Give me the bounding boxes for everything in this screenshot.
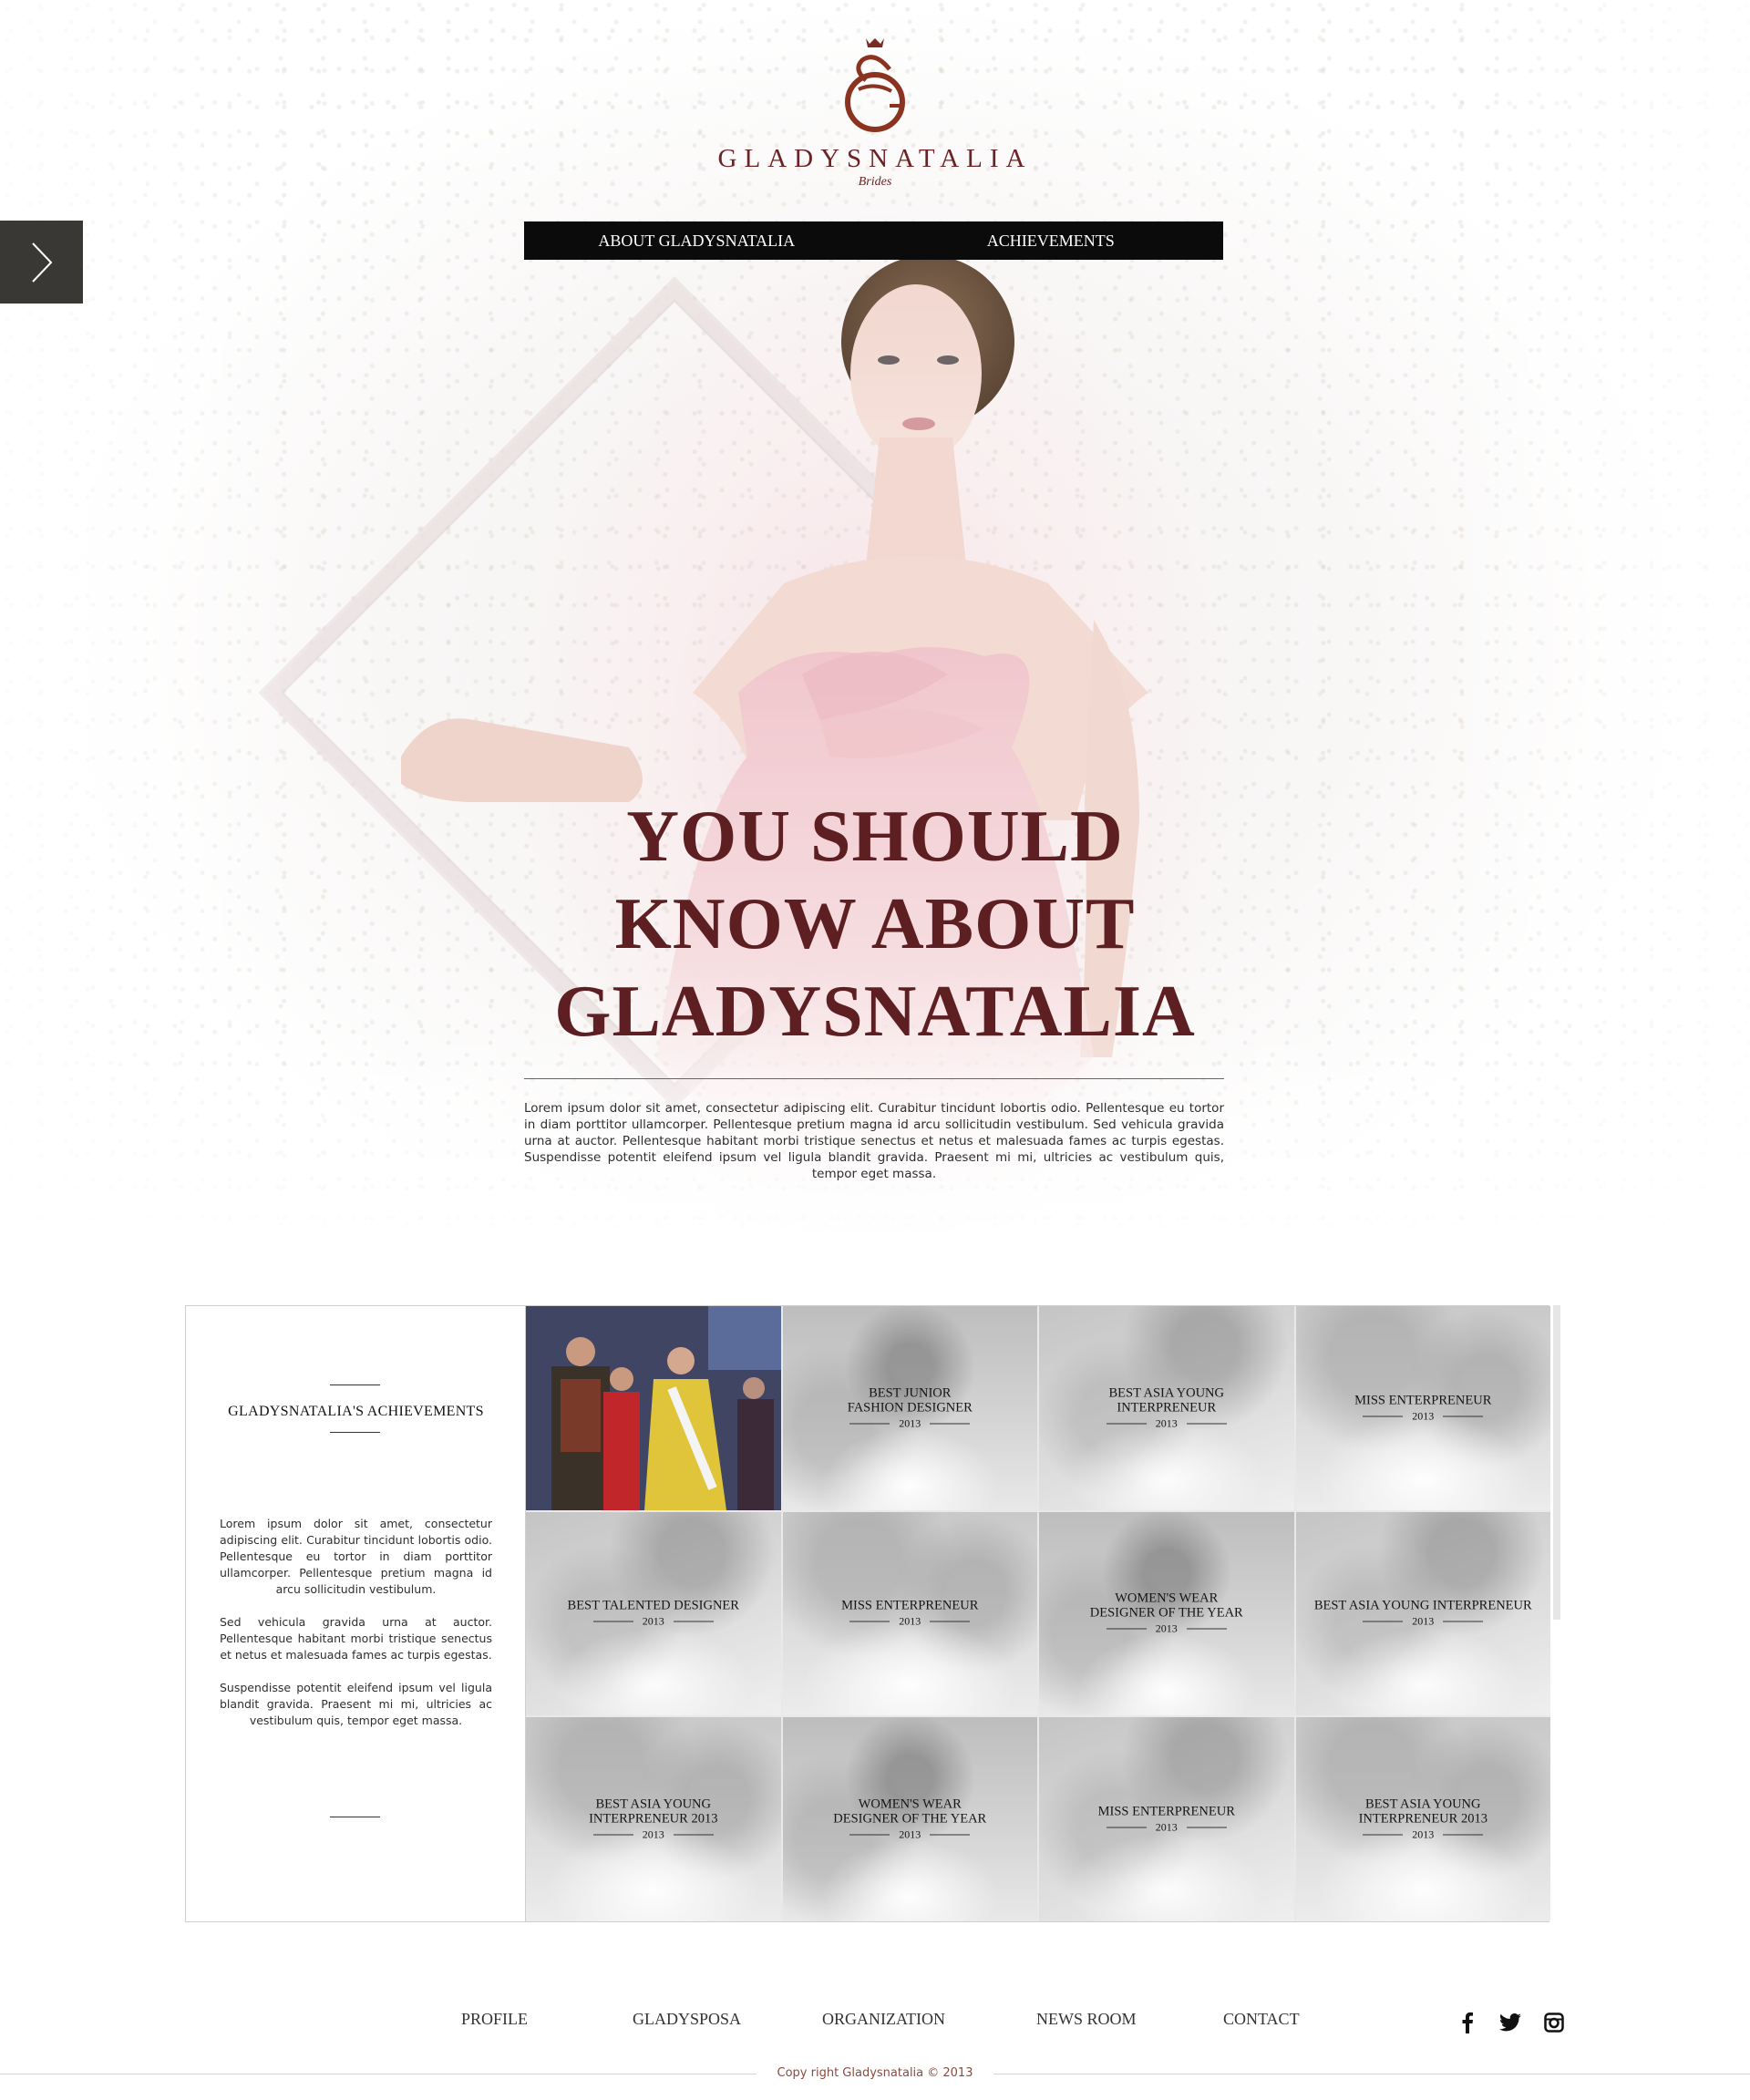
achievements-paragraph: Suspendisse potentit eleifend ipsum vel … [220, 1681, 492, 1727]
tile-title: BEST ASIA YOUNG INTERPRENEUR 2013 [1358, 1796, 1488, 1827]
hero-heading: YOU SHOULD KNOW ABOUT GLADYSNATALIA [510, 793, 1240, 1055]
tile-title: BEST JUNIOR FASHION DESIGNER [847, 1385, 973, 1415]
tile-title: MISS ENTERPRENEUR [1097, 1804, 1235, 1819]
achievements-paragraph: Lorem ipsum dolor sit amet, consectetur … [220, 1517, 492, 1596]
tile-year: 2013 [1039, 1821, 1294, 1835]
tile-year: 2013 [783, 1416, 1038, 1430]
monogram-g-icon [845, 38, 905, 132]
nav-achievements[interactable]: ACHIEVEMENTS [879, 221, 1224, 260]
tile-title: BEST ASIA YOUNG INTERPRENEUR [1108, 1385, 1225, 1415]
achievements-intro: GLADYSNATALIA'S ACHIEVEMENTS Lorem ipsum… [186, 1306, 526, 1921]
tile-title: WOMEN'S WEAR DESIGNER OF THE YEAR [833, 1796, 987, 1827]
hero-heading-line: YOU SHOULD [626, 797, 1124, 877]
award-ceremony-photo [526, 1306, 781, 1510]
achievement-tile[interactable]: BEST TALENTED DESIGNER 2013 [526, 1511, 781, 1716]
hero-heading-line: KNOW ABOUT [614, 884, 1136, 964]
achievement-tile[interactable]: BEST ASIA YOUNG INTERPRENEUR 2013 2013 [526, 1717, 781, 1921]
achievement-tile[interactable]: BEST JUNIOR FASHION DESIGNER 2013 [782, 1306, 1038, 1510]
twitter-icon[interactable] [1498, 2011, 1522, 2034]
tile-title: WOMEN'S WEAR DESIGNER OF THE YEAR [1089, 1590, 1243, 1621]
footer-link-organization[interactable]: ORGANIZATION [822, 2010, 945, 2029]
tile-year: 2013 [526, 1615, 781, 1629]
tile-year: 2013 [526, 1828, 781, 1842]
achievements-title: GLADYSNATALIA'S ACHIEVEMENTS [228, 1404, 484, 1419]
footer-link-news-room[interactable]: NEWS ROOM [1036, 2010, 1137, 2029]
footer-link-contact[interactable]: CONTACT [1223, 2010, 1300, 2029]
divider [524, 1078, 1224, 1079]
hero-paragraph: Lorem ipsum dolor sit amet, consectetur … [524, 1101, 1224, 1181]
tile-year: 2013 [1039, 1416, 1294, 1430]
scrollbar[interactable] [1553, 1305, 1560, 1620]
divider [330, 1432, 380, 1433]
tile-year: 2013 [783, 1828, 1038, 1842]
footer-link-profile[interactable]: PROFILE [461, 2010, 528, 2029]
top-nav: ABOUT GLADYSNATALIA ACHIEVEMENTS [524, 221, 1223, 260]
achievement-tile[interactable]: WOMEN'S WEAR DESIGNER OF THE YEAR 2013 [1039, 1511, 1294, 1716]
tile-title: BEST ASIA YOUNG INTERPRENEUR 2013 [589, 1796, 718, 1827]
achievement-tile[interactable]: WOMEN'S WEAR DESIGNER OF THE YEAR 2013 [782, 1717, 1038, 1921]
hero-heading-line: GLADYSNATALIA [554, 972, 1196, 1052]
achievement-tile[interactable]: MISS ENTERPRENEUR 2013 [782, 1511, 1038, 1716]
achievement-tile[interactable]: BEST ASIA YOUNG INTERPRENEUR 2013 [1295, 1511, 1551, 1716]
tile-year: 2013 [783, 1615, 1038, 1629]
tile-year: 2013 [1039, 1622, 1294, 1636]
tile-title: MISS ENTERPRENEUR [841, 1598, 979, 1613]
tile-title: BEST ASIA YOUNG INTERPRENEUR [1313, 1598, 1532, 1613]
hero-section: GLADYSNATALIA Brides ABOUT GLADYSNATALIA… [0, 0, 1750, 1253]
tile-year: 2013 [1296, 1615, 1551, 1629]
achievement-tile[interactable]: BEST ASIA YOUNG INTERPRENEUR 2013 [1039, 1306, 1294, 1510]
instagram-icon[interactable] [1542, 2011, 1566, 2034]
tile-title: BEST TALENTED DESIGNER [567, 1598, 739, 1613]
side-menu-toggle[interactable] [0, 221, 83, 304]
footer-nav: PROFILE GLADYSPOSA ORGANIZATION NEWS ROO… [0, 2010, 1750, 2037]
footer-link-gladysposa[interactable]: GLADYSPOSA [633, 2010, 741, 2029]
achievements-panel: GLADYSNATALIA'S ACHIEVEMENTS Lorem ipsum… [185, 1305, 1550, 1922]
nav-about[interactable]: ABOUT GLADYSNATALIA [524, 221, 879, 260]
achievement-tile[interactable]: MISS ENTERPRENEUR 2013 [1295, 1306, 1551, 1510]
chevron-right-icon [31, 242, 52, 283]
achievements-paragraph: Sed vehicula gravida urna at auctor. Pel… [220, 1615, 492, 1662]
tile-year: 2013 [1296, 1409, 1551, 1423]
achievement-tile-featured[interactable] [526, 1306, 781, 1510]
tile-year: 2013 [1296, 1828, 1551, 1842]
achievement-tile[interactable]: BEST ASIA YOUNG INTERPRENEUR 2013 2013 [1295, 1717, 1551, 1921]
brand-name: GLADYSNATALIA [717, 144, 1033, 173]
facebook-icon[interactable] [1456, 2011, 1479, 2034]
brand-tagline: Brides [858, 175, 892, 189]
achievement-tile[interactable]: MISS ENTERPRENEUR 2013 [1039, 1717, 1294, 1921]
achievements-grid: BEST JUNIOR FASHION DESIGNER 2013 BEST AS… [526, 1306, 1550, 1921]
tile-title: MISS ENTERPRENEUR [1354, 1393, 1492, 1408]
